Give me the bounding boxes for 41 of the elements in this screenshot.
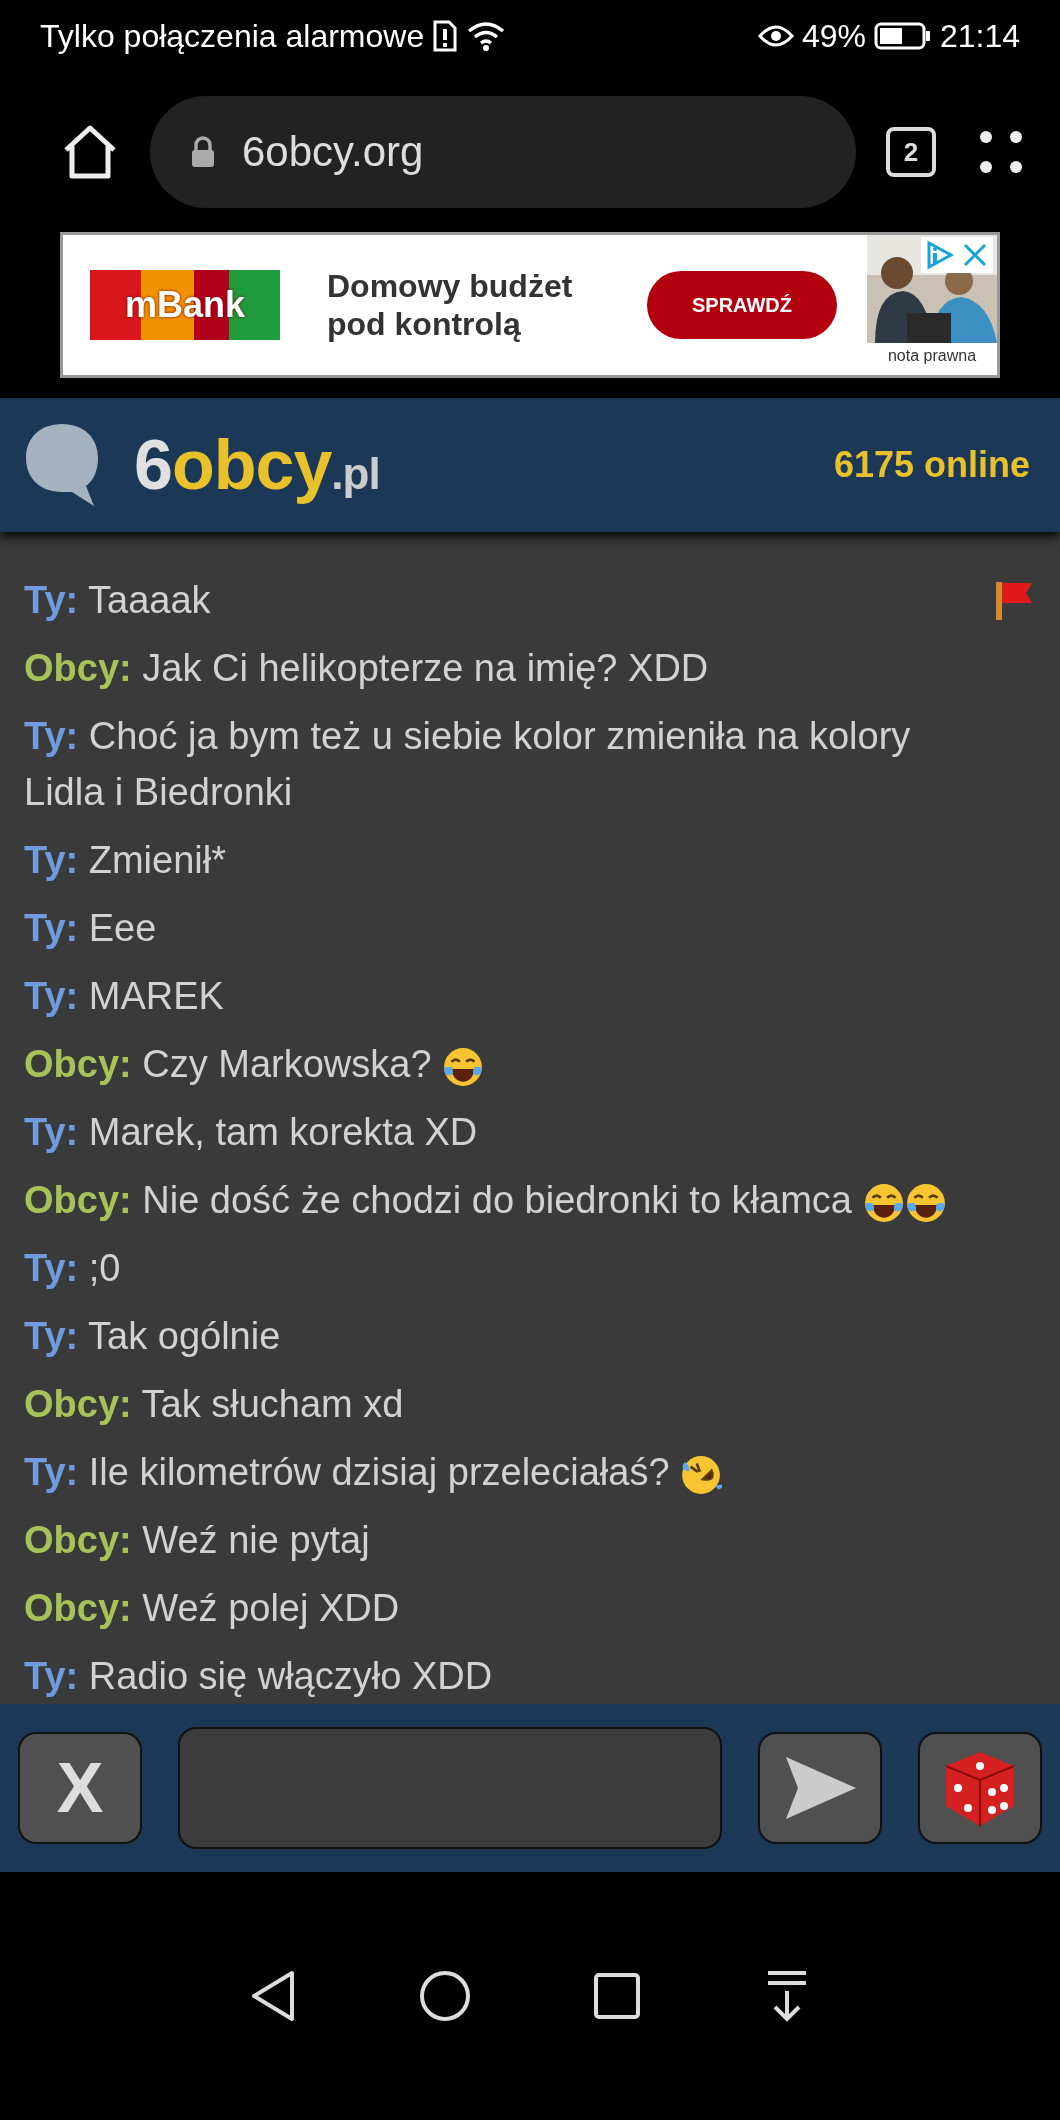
battery-percent: 49% (801, 17, 866, 55)
chat-message: Obcy: Weź polej XDD (24, 1586, 401, 1631)
chat-message: Ty: Taaaak (24, 578, 212, 623)
chat-message: Ty: ;0 (24, 1246, 122, 1291)
chat-message: Ty: Ile kilometrów dzisiaj przeleciałaś? (24, 1444, 1036, 1500)
eye-icon (757, 24, 794, 48)
random-dice-button[interactable] (918, 1732, 1042, 1844)
battery-icon (873, 22, 932, 50)
home-icon[interactable] (418, 1969, 472, 2023)
laughing-emoji-icon (904, 1181, 947, 1224)
chat-message: Ty: MAREK (24, 974, 225, 1019)
chat-message: Obcy: Czy Markowska? (24, 1036, 1036, 1092)
carrier-status: Tylko połączenia alarmowe (40, 17, 425, 55)
chat-message: Obcy: Tak słucham xd (24, 1382, 405, 1427)
ad-cta-button[interactable]: SPRAWDŹ (647, 271, 837, 339)
chat-message: Obcy: Nie dość że chodzi do biedronki to kłamca (24, 1172, 1036, 1228)
end-chat-button[interactable]: X (18, 1732, 142, 1844)
chat-message: Ty: Choć ja bym też u siebie kolor zmieniła na kolory Lidla i Biedronki (24, 714, 912, 815)
chat-message: Ty: Radio się włączyło XDD (24, 1654, 494, 1699)
send-button[interactable] (758, 1732, 882, 1844)
wifi-icon (466, 20, 507, 52)
laughing-emoji-icon (680, 1453, 723, 1496)
message-input[interactable] (178, 1727, 722, 1849)
chat-message: Ty: Marek, tam korekta XD (24, 1110, 479, 1155)
laughing-emoji-icon (862, 1181, 905, 1224)
chat-message: Ty: Eee (24, 906, 158, 951)
tab-switcher-button[interactable]: 2 (886, 127, 936, 177)
legal-note-link[interactable]: nota prawna (887, 347, 977, 365)
chat-message: Ty: Zmienił* (24, 838, 227, 883)
chat-message: Obcy: Jak Ci helikopterze na imię? XDD (24, 646, 710, 691)
ad-headline: Domowy budżet pod kontrolą (327, 266, 574, 344)
chat-message: Obcy: Weź nie pytaj (24, 1518, 371, 1563)
laughing-emoji-icon (442, 1045, 485, 1088)
online-count: 6175 online (833, 444, 1030, 486)
speech-bubble-icon (24, 422, 100, 508)
clock: 21:14 (939, 17, 1020, 55)
recent-apps-icon[interactable] (592, 1971, 642, 2021)
chat-message: Ty: Tak ogólnie (24, 1314, 282, 1359)
sim-alert-icon (432, 20, 459, 52)
address-bar[interactable]: 6obcy.org (150, 96, 856, 208)
site-logo[interactable]: 6obcy.pl (134, 425, 380, 505)
